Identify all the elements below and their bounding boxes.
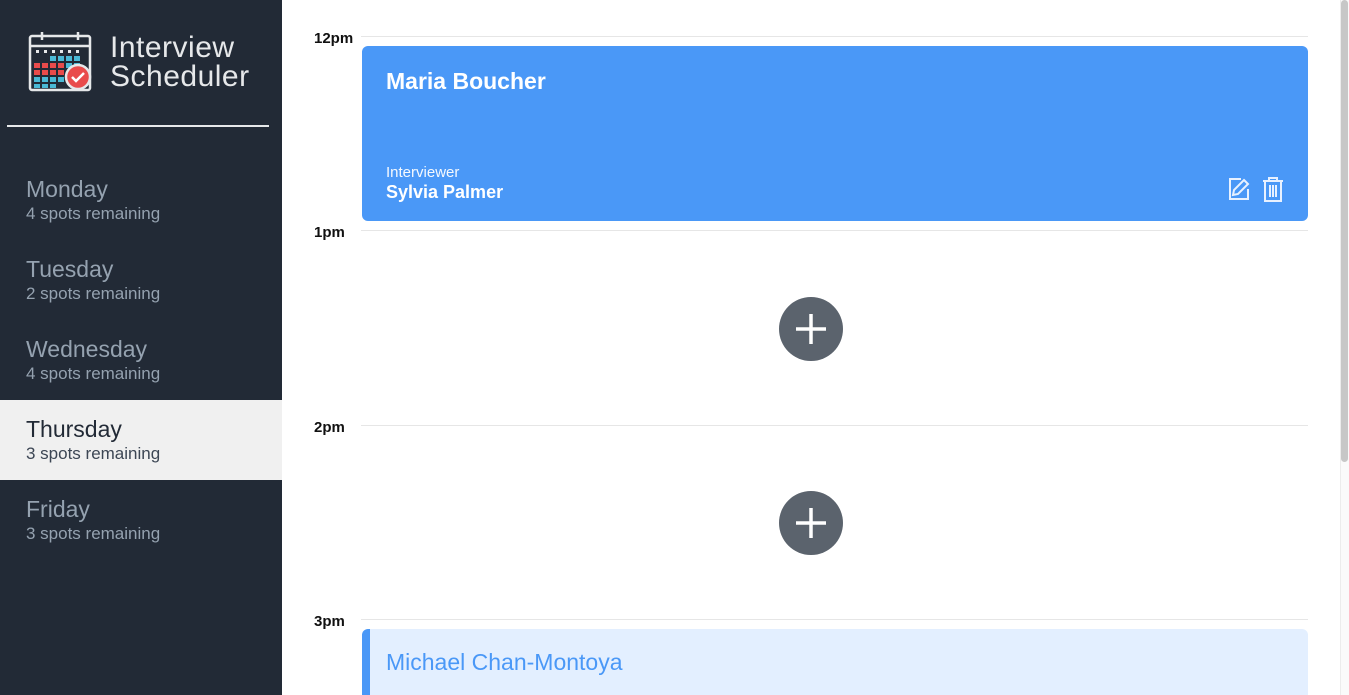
- slot-divider: [361, 36, 1308, 37]
- slot-divider: [361, 230, 1308, 231]
- edit-icon[interactable]: [1226, 176, 1253, 203]
- appointment-card: Maria Boucher Interviewer Sylvia Palmer: [362, 46, 1308, 221]
- day-item-monday[interactable]: Monday 4 spots remaining: [0, 160, 282, 240]
- trash-icon[interactable]: [1259, 176, 1286, 203]
- slot-time: 3pm: [314, 613, 345, 630]
- brand-divider: [7, 125, 269, 127]
- add-appointment-button[interactable]: [779, 491, 843, 555]
- slot-divider: [361, 619, 1308, 620]
- scrollbar-thumb[interactable]: [1341, 0, 1348, 462]
- app-root: Interview Scheduler Monday 4 spots remai…: [0, 0, 1349, 695]
- day-spots: 4 spots remaining: [26, 364, 161, 383]
- day-item-friday[interactable]: Friday 3 spots remaining: [0, 480, 282, 560]
- slot-time: 1pm: [314, 224, 345, 241]
- app-title-line2: Scheduler: [110, 60, 250, 93]
- day-item-thursday[interactable]: Thursday 3 spots remaining: [0, 400, 282, 480]
- student-name: Maria Boucher: [386, 68, 546, 94]
- app-title: Interview Scheduler: [110, 31, 250, 93]
- plus-icon: [796, 508, 826, 538]
- schedule: 12pm Maria Boucher Interviewer Sylvia Pa…: [282, 0, 1340, 695]
- slot-time: 2pm: [314, 419, 345, 436]
- day-item-tuesday[interactable]: Tuesday 2 spots remaining: [0, 240, 282, 320]
- day-name: Thursday: [26, 416, 122, 442]
- appointment-card-preview[interactable]: Michael Chan-Montoya: [362, 629, 1308, 695]
- day-spots: 2 spots remaining: [26, 284, 161, 303]
- sidebar: Interview Scheduler Monday 4 spots remai…: [0, 0, 282, 695]
- day-name: Tuesday: [26, 256, 114, 282]
- plus-icon: [796, 314, 826, 344]
- interviewer-label: Interviewer: [386, 164, 460, 181]
- add-appointment-button[interactable]: [779, 297, 843, 361]
- day-list: Monday 4 spots remaining Tuesday 2 spots…: [0, 160, 282, 560]
- day-name: Friday: [26, 496, 90, 522]
- day-item-wednesday[interactable]: Wednesday 4 spots remaining: [0, 320, 282, 400]
- slot-time: 12pm: [314, 30, 354, 47]
- brand: Interview Scheduler: [28, 30, 250, 94]
- day-name: Wednesday: [26, 336, 148, 362]
- interviewer-name: Sylvia Palmer: [386, 182, 504, 202]
- appointment-slot-3pm: 3pm Michael Chan-Montoya: [282, 613, 1340, 695]
- appointment-slot-2pm: 2pm: [282, 419, 1340, 619]
- appointment-slot-1pm: 1pm: [282, 224, 1340, 424]
- calendar-check-icon: [28, 32, 92, 92]
- day-spots: 4 spots remaining: [26, 204, 161, 223]
- day-name: Monday: [26, 176, 108, 202]
- slot-divider: [361, 425, 1308, 426]
- day-spots: 3 spots remaining: [26, 524, 161, 543]
- student-name: Michael Chan-Montoya: [386, 649, 623, 675]
- day-spots: 3 spots remaining: [26, 444, 161, 463]
- app-title-line1: Interview: [110, 31, 235, 64]
- appointment-actions: [1226, 176, 1286, 203]
- appointment-slot-12pm: 12pm Maria Boucher Interviewer Sylvia Pa…: [282, 30, 1340, 230]
